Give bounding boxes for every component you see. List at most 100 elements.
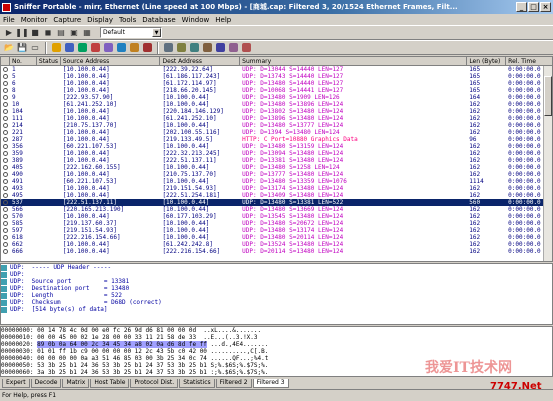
- hex-line[interactable]: 00000010: 00 00 45 00 02 1e 28 00 00 33 …: [1, 334, 552, 341]
- table-row[interactable]: 666 [10.100.0.44] [222.216.154.66] UDP: D=2…: [1, 248, 552, 255]
- table-row[interactable]: 6 [10.100.0.44] [61.172.114.97] UDP: D=1348…: [1, 80, 552, 87]
- expert-icon: [3, 130, 8, 135]
- col-source[interactable]: Source Address: [61, 57, 161, 65]
- tab-protocol-dist-[interactable]: Protocol Dist.: [130, 379, 179, 388]
- matrix-icon[interactable]: [76, 42, 88, 54]
- tab-statistics[interactable]: Statistics: [179, 379, 215, 388]
- table-row[interactable]: 356 [60.221.107.53] [10.100.0.44] UDP: D=13…: [1, 143, 552, 150]
- menu-window[interactable]: Window: [182, 16, 210, 24]
- table-row[interactable]: 221 [10.100.0.44] [202.100.55.116] UDP: D=1…: [1, 129, 552, 136]
- chevron-down-icon[interactable]: ▼: [152, 28, 161, 37]
- decode-line[interactable]: UDP: Destination port = 13480: [1, 285, 552, 292]
- table-row[interactable]: 389 [10.100.0.44] [222.51.137.11] UDP: D=13…: [1, 157, 552, 164]
- table-row[interactable]: 9 [222.93.57.90] [10.100.0.44] UDP: D=13480…: [1, 94, 552, 101]
- menu-display[interactable]: Display: [87, 16, 113, 24]
- menu-database[interactable]: Database: [142, 16, 175, 24]
- table-row[interactable]: 5 [10.100.0.44] [61.186.117.243] UDP: D=137…: [1, 73, 552, 80]
- play-icon[interactable]: ▶: [3, 27, 15, 39]
- stop-icon-2[interactable]: [240, 42, 252, 54]
- table-row[interactable]: 405 [222.162.60.155] [10.100.0.44] UDP: D=1…: [1, 164, 552, 171]
- global-stats-icon[interactable]: [128, 42, 140, 54]
- stop-icon[interactable]: ■: [29, 27, 41, 39]
- save-icon[interactable]: 💾: [16, 42, 28, 54]
- print-icon[interactable]: ▭: [29, 42, 41, 54]
- col-dest[interactable]: Dest Address: [160, 57, 241, 65]
- tab-expert[interactable]: Expert: [2, 379, 30, 388]
- table-row[interactable]: 10 [61.241.252.10] [10.100.0.44] UDP: D=134…: [1, 101, 552, 108]
- table-row[interactable]: 491 [60.221.107.53] [10.100.0.44] UDP: D=13…: [1, 178, 552, 185]
- dashboard-icon[interactable]: [50, 42, 62, 54]
- menu-file[interactable]: File: [3, 16, 15, 24]
- menu-capture[interactable]: Capture: [53, 16, 81, 24]
- history-icon[interactable]: [102, 42, 114, 54]
- menu-tools[interactable]: Tools: [119, 16, 136, 24]
- table-row[interactable]: 493 [10.100.0.44] [219.151.54.93] UDP: D=13…: [1, 185, 552, 192]
- table-row[interactable]: 104 [10.100.0.44] [220.184.146.129] UDP: D=…: [1, 108, 552, 115]
- decode-line[interactable]: UDP: Source port = 13381: [1, 278, 552, 285]
- table-row[interactable]: 570 [10.100.0.44] [60.177.103.29] UDP: D=13…: [1, 213, 552, 220]
- cell-dest: [61.242.242.8]: [162, 241, 214, 248]
- close-button[interactable]: ×: [540, 2, 551, 12]
- stop-display-icon[interactable]: ◼: [42, 27, 54, 39]
- cell-status: [37, 185, 61, 192]
- tab-filtered-2[interactable]: Filtered 2: [215, 379, 252, 388]
- tab-filtered-3[interactable]: Filtered 3: [252, 379, 289, 388]
- options-icon[interactable]: [227, 42, 239, 54]
- profile-select[interactable]: Default ▼: [100, 27, 162, 38]
- address-book-icon[interactable]: [162, 42, 174, 54]
- table-row[interactable]: 618 [222.216.154.66] [10.100.0.44] UDP: D=1…: [1, 234, 552, 241]
- filter-icon[interactable]: ▦: [81, 27, 93, 39]
- packet-list[interactable]: No. Status Source Address Dest Address S…: [0, 56, 553, 262]
- hex-line[interactable]: 00000000: 00 14 78 4c 0d 00 e0 fc 26 9d …: [1, 327, 552, 334]
- alarm-log-icon[interactable]: [141, 42, 153, 54]
- packet-list-scrollbar[interactable]: [543, 66, 552, 261]
- table-row[interactable]: 1 [10.100.0.44] [222.39.22.64] UDP: D=13044…: [1, 66, 552, 73]
- menu-monitor[interactable]: Monitor: [21, 16, 48, 24]
- menu-help[interactable]: Help: [215, 16, 231, 24]
- col-summary[interactable]: Summary: [240, 57, 468, 65]
- minimize-button[interactable]: _: [516, 2, 527, 12]
- protocol-layer-icon: [1, 271, 7, 278]
- title-bar[interactable]: Sniffer Portable - mirr, Ethernet (Line …: [0, 0, 553, 14]
- table-row[interactable]: 597 [219.151.54.93] [10.100.0.44] UDP: D=13…: [1, 227, 552, 234]
- col-status[interactable]: Status: [37, 57, 61, 65]
- table-row[interactable]: 8 [10.100.0.44] [218.66.20.145] UDP: D=1006…: [1, 87, 552, 94]
- application-response-icon[interactable]: [89, 42, 101, 54]
- table-row[interactable]: 495 [10.100.0.44] [222.51.254.181] UDP: D=1…: [1, 192, 552, 199]
- col-len[interactable]: Len (Byte): [467, 57, 507, 65]
- table-row[interactable]: 490 [10.100.0.44] [210.75.137.70] UDP: D=13…: [1, 171, 552, 178]
- decode-line[interactable]: UDP: Checksum = D68D (correct): [1, 299, 552, 306]
- col-reltime[interactable]: Rel. Time: [506, 57, 552, 65]
- open-icon[interactable]: 📂: [3, 42, 15, 54]
- tab-host-table[interactable]: Host Table: [90, 379, 130, 388]
- table-row[interactable]: 537 [222.51.137.11] [10.100.0.44] UDP: D=13…: [1, 199, 552, 206]
- table-row[interactable]: 585 [219.137.60.37] [10.100.0.44] UDP: D=13…: [1, 220, 552, 227]
- decode-line[interactable]: UDP:: [1, 271, 552, 278]
- table-row[interactable]: 214 [210.75.137.70] [10.100.0.44] UDP: D=13…: [1, 122, 552, 129]
- trace-icon[interactable]: [201, 42, 213, 54]
- ping-icon[interactable]: [188, 42, 200, 54]
- table-row[interactable]: 287 [10.100.0.44] [219.133.49.5] HTTP: C Po…: [1, 136, 552, 143]
- help-icon[interactable]: [214, 42, 226, 54]
- display-icon[interactable]: ▤: [55, 27, 67, 39]
- decode-line[interactable]: UDP: Length = 522: [1, 292, 552, 299]
- decode-line[interactable]: UDP: ----- UDP Header -----: [1, 264, 552, 271]
- tools-icon[interactable]: [175, 42, 187, 54]
- host-table-icon[interactable]: [63, 42, 75, 54]
- capture-panel-icon[interactable]: ▣: [68, 27, 80, 39]
- tab-decode[interactable]: Decode: [30, 379, 62, 388]
- scrollbar-thumb[interactable]: [544, 76, 552, 116]
- hex-line[interactable]: 00000020: 89 0b 0a 64 00 2c 34 45 34 a8 …: [1, 341, 552, 348]
- protocol-dist-icon[interactable]: [115, 42, 127, 54]
- pause-icon[interactable]: ❚❚: [15, 27, 28, 39]
- maximize-button[interactable]: □: [528, 2, 539, 12]
- decode-line[interactable]: UDP: [514 byte(s) of data]: [1, 306, 552, 313]
- table-row[interactable]: 566 [220.165.213.190] [10.100.0.44] UDP: D=…: [1, 206, 552, 213]
- table-row[interactable]: 359 [10.100.0.44] [222.32.213.245] UDP: D=1…: [1, 150, 552, 157]
- col-no[interactable]: No.: [10, 57, 37, 65]
- table-row[interactable]: 662 [10.100.0.44] [61.242.242.8] UDP: D=135…: [1, 241, 552, 248]
- decode-detail[interactable]: UDP: ----- UDP Header ----- UDP: UDP: Sour…: [0, 263, 553, 325]
- hex-line[interactable]: 00000030: 01 01 ff 1b c9 00 00 00 00 12 …: [1, 348, 552, 355]
- table-row[interactable]: 111 [10.100.0.44] [61.241.252.10] UDP: D=13…: [1, 115, 552, 122]
- tab-matrix[interactable]: Matrix: [62, 379, 90, 388]
